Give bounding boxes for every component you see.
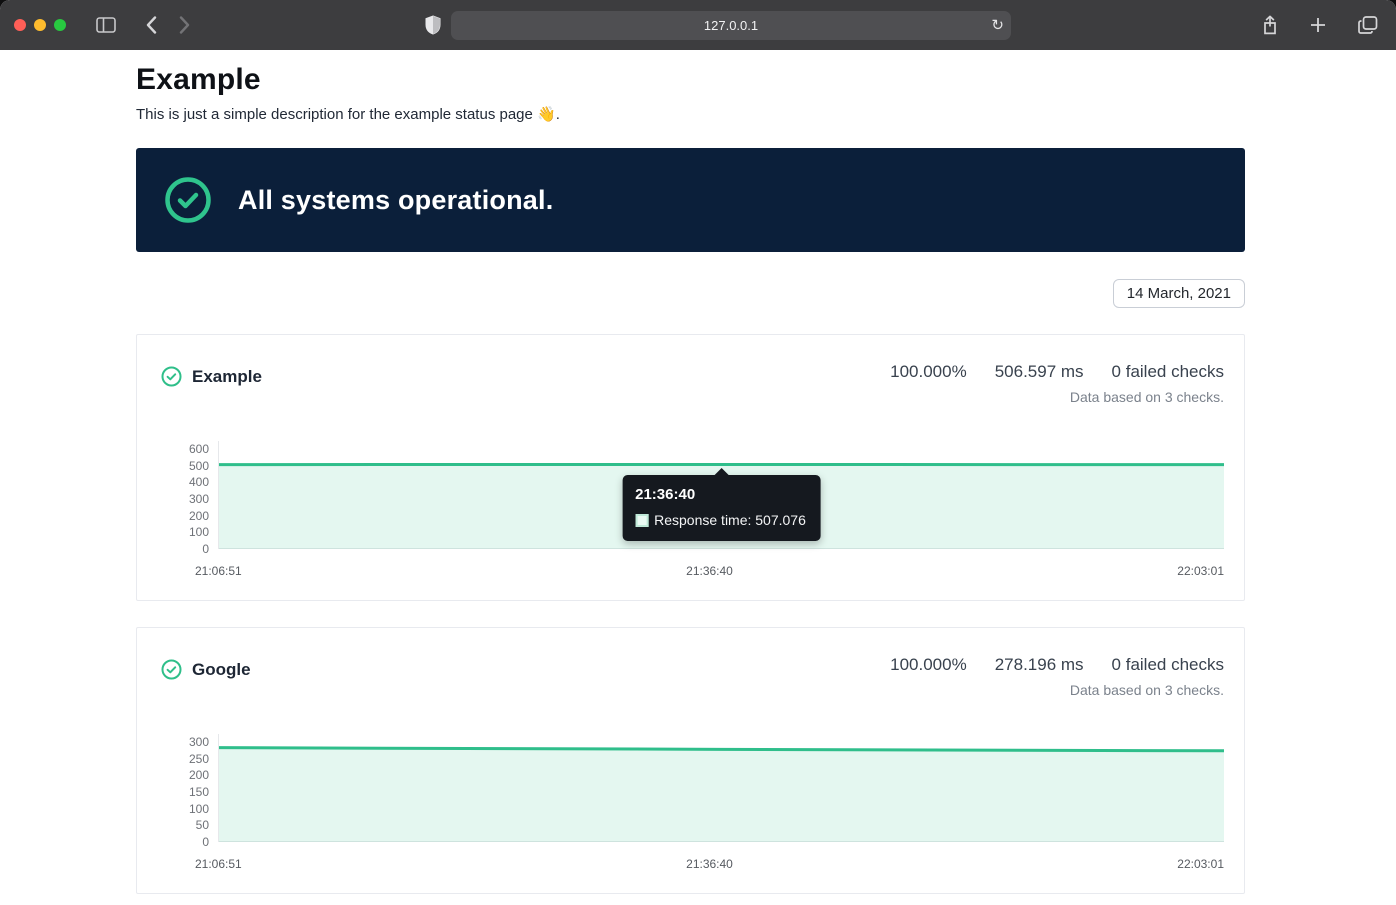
monitor-card-example: Example 100.000% 506.597 ms 0 failed che… <box>136 334 1245 601</box>
zoom-button[interactable] <box>54 19 66 31</box>
page-description: This is just a simple description for th… <box>136 105 1245 123</box>
back-button[interactable] <box>142 12 161 38</box>
banner-text: All systems operational. <box>238 185 553 216</box>
chevron-right-icon <box>179 16 190 34</box>
page-content: Example This is just a simple descriptio… <box>0 50 1396 905</box>
forward-button[interactable] <box>175 12 194 38</box>
sidebar-toggle-button[interactable] <box>92 13 120 37</box>
privacy-shield-icon[interactable] <box>425 15 441 35</box>
close-button[interactable] <box>14 19 26 31</box>
sidebar-icon <box>96 17 116 33</box>
check-circle-icon <box>164 176 212 224</box>
share-button[interactable] <box>1258 11 1282 39</box>
monitor-name: Google <box>192 660 251 680</box>
checks-note: Data based on 3 checks. <box>890 389 1224 405</box>
plot-area[interactable]: 21:36:40 Response time: 507.076 <box>218 441 1224 549</box>
new-tab-button[interactable] <box>1306 13 1330 37</box>
monitor-name: Example <box>192 367 262 387</box>
x-axis-labels: 21:06:5121:36:4022:03:01 <box>195 857 1224 871</box>
page-title: Example <box>136 63 1245 97</box>
monitor-status-icon <box>161 366 182 387</box>
status-banner: All systems operational. <box>136 148 1245 252</box>
y-axis-labels: 0100200300400500600 <box>161 441 209 549</box>
monitor-card-google: Google 100.000% 278.196 ms 0 failed chec… <box>136 627 1245 894</box>
avg-response-time: 506.597 ms <box>995 362 1084 382</box>
url-text: 127.0.0.1 <box>704 18 758 33</box>
chevron-left-icon <box>146 16 157 34</box>
x-axis-labels: 21:06:5121:36:4022:03:01 <box>195 564 1224 578</box>
plot-area[interactable] <box>218 734 1224 842</box>
refresh-button[interactable]: ↻ <box>991 11 1004 40</box>
y-axis-labels: 050100150200250300 <box>161 734 209 842</box>
monitor-status-icon <box>161 659 182 680</box>
plus-icon <box>1310 17 1326 33</box>
tabs-overview-button[interactable] <box>1354 12 1382 38</box>
date-picker-button[interactable]: 14 March, 2021 <box>1113 279 1245 308</box>
response-chart: 0100200300400500600 21:36:40 Response ti… <box>161 441 1224 549</box>
checks-note: Data based on 3 checks. <box>890 682 1224 698</box>
chart-tooltip: 21:36:40 Response time: 507.076 <box>622 475 821 541</box>
browser-window: 127.0.0.1 ↻ <box>0 0 1396 905</box>
share-icon <box>1262 15 1278 35</box>
avg-response-time: 278.196 ms <box>995 655 1084 675</box>
chart-svg <box>219 734 1224 842</box>
browser-chrome: 127.0.0.1 ↻ <box>0 0 1396 50</box>
tooltip-time: 21:36:40 <box>635 486 806 503</box>
refresh-icon: ↻ <box>991 16 1004 34</box>
uptime-percentage: 100.000% <box>890 655 967 675</box>
uptime-percentage: 100.000% <box>890 362 967 382</box>
window-controls <box>14 19 66 31</box>
tooltip-series-swatch <box>635 514 648 527</box>
failed-checks: 0 failed checks <box>1112 362 1224 382</box>
tooltip-label: Response time: 507.076 <box>654 512 806 528</box>
address-bar[interactable]: 127.0.0.1 ↻ <box>451 11 1011 40</box>
response-chart: 050100150200250300 <box>161 734 1224 842</box>
minimize-button[interactable] <box>34 19 46 31</box>
failed-checks: 0 failed checks <box>1112 655 1224 675</box>
tabs-icon <box>1358 16 1378 34</box>
